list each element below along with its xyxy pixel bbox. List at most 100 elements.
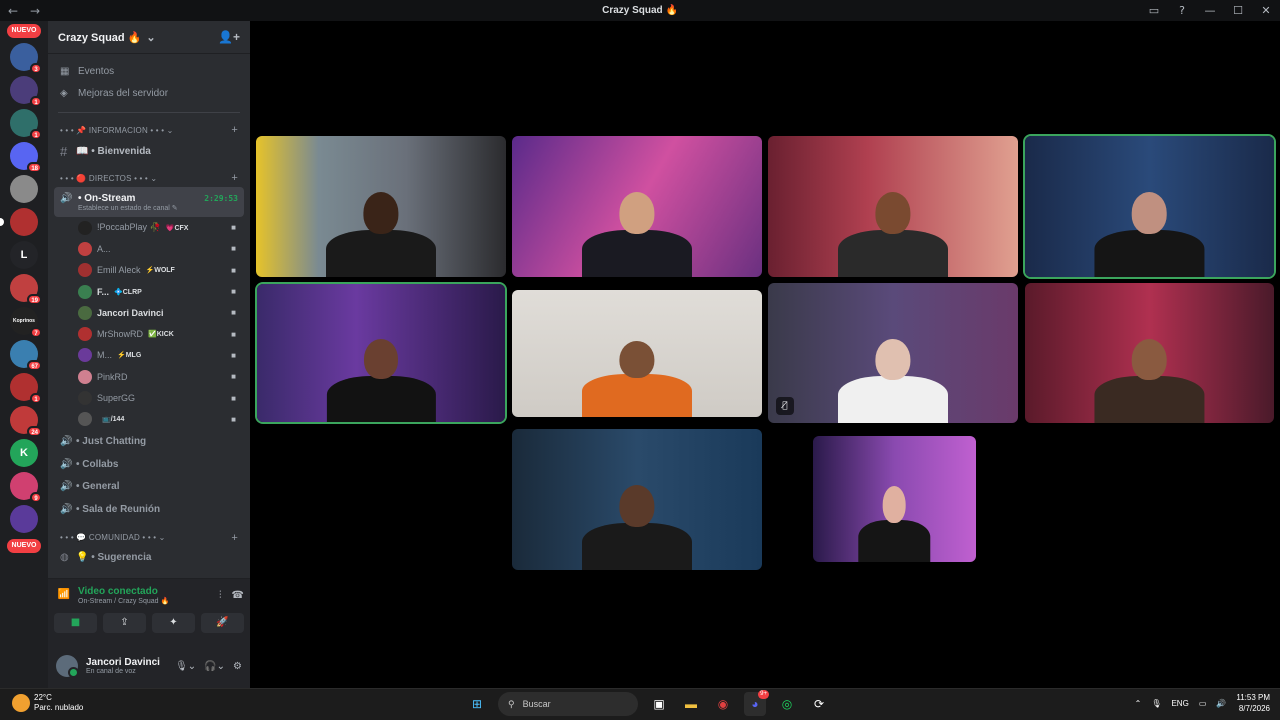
category-informacion[interactable]: • • • 📌 INFORMACION • • • ⌄ + xyxy=(48,121,250,139)
server-icon[interactable]: 19 xyxy=(10,274,42,305)
channel-on-stream[interactable]: 🔊 • On-Stream 2:29:53 Establece un estad… xyxy=(54,187,244,217)
voice-channel[interactable]: 🔊 • Collabs xyxy=(48,453,250,476)
noise-suppression-icon[interactable]: ⫶ xyxy=(219,590,222,601)
plus-icon[interactable]: + xyxy=(231,532,238,544)
voice-user[interactable]: SuperGG ■ xyxy=(48,387,250,408)
headphones-icon[interactable]: 🎧⌄ xyxy=(204,661,225,672)
voice-user[interactable]: !PoccabPlay 🥀 💗CFX ■ xyxy=(48,217,250,238)
video-tile[interactable]: 🎙̸ xyxy=(768,283,1018,423)
search-box[interactable]: ⚲ Buscar xyxy=(498,692,638,716)
voice-user[interactable]: Emill Aleck ⚡WOLF ■ xyxy=(48,260,250,281)
voice-user[interactable]: Jancori Davinci ■ xyxy=(48,302,250,323)
server-icon[interactable]: 18 xyxy=(10,142,42,173)
video-tile[interactable] xyxy=(813,436,976,562)
channel-status[interactable]: Establece un estado de canal ✎ xyxy=(78,204,178,212)
camera-button[interactable]: ■ xyxy=(54,613,97,633)
events-link[interactable]: ▦ Eventos xyxy=(48,60,250,82)
server-icon[interactable]: 24 xyxy=(10,406,42,437)
server-icon[interactable] xyxy=(10,175,38,203)
server-icon[interactable] xyxy=(10,505,38,533)
voice-status[interactable]: Video conectado xyxy=(78,586,169,597)
weather-widget[interactable]: 22°C Parc. nublado xyxy=(12,693,83,713)
signal-icon[interactable]: 📶 xyxy=(54,585,74,605)
inbox-icon[interactable]: ▭ xyxy=(1140,4,1168,17)
language-indicator[interactable]: ENG xyxy=(1171,699,1188,708)
category-directos[interactable]: • • • 🔴 DIRECTOS • • • ⌄ + xyxy=(48,169,250,187)
server-icon[interactable]: 1 xyxy=(10,109,42,140)
video-tile[interactable] xyxy=(1025,283,1274,423)
activities-button[interactable]: ✦ xyxy=(152,613,195,633)
video-tile[interactable] xyxy=(768,136,1018,277)
spotify-icon[interactable]: ◎ xyxy=(776,692,798,716)
voice-channel-label: • Just Chatting xyxy=(76,435,147,447)
server-icon[interactable]: L xyxy=(10,241,38,269)
microphone-icon[interactable]: 🎙⌄ xyxy=(175,661,196,672)
start-icon[interactable]: ⊞ xyxy=(466,692,488,716)
disconnect-icon[interactable]: ☎ xyxy=(232,590,244,601)
forward-icon[interactable]: → xyxy=(26,4,44,18)
category-comunidad[interactable]: • • • 💬 COMUNIDAD • • • ⌄ + xyxy=(48,529,250,547)
app-icon[interactable]: ⟳ xyxy=(808,692,830,716)
forum-icon: ◍ xyxy=(60,552,69,564)
soundboard-button[interactable]: 🚀 xyxy=(201,613,244,633)
voice-location[interactable]: On-Stream / Crazy Squad 🔥 xyxy=(78,597,169,605)
voice-channel[interactable]: 🔊 • General xyxy=(48,475,250,498)
chrome-icon[interactable]: ◉ xyxy=(712,692,734,716)
server-icon[interactable]: 1 xyxy=(10,373,42,404)
server-header[interactable]: Crazy Squad 🔥 ⌄ 👤+ xyxy=(48,21,250,54)
voice-user[interactable]: A... ■ xyxy=(48,238,250,259)
new-badge-bottom[interactable]: NUEVO xyxy=(7,539,41,553)
video-tile[interactable] xyxy=(512,136,762,277)
help-icon[interactable]: ? xyxy=(1168,4,1196,17)
server-icon[interactable]: 1 xyxy=(10,76,42,107)
screen-share-button[interactable]: ⇪ xyxy=(103,613,146,633)
minimize-button[interactable]: — xyxy=(1196,4,1224,17)
plus-icon[interactable]: + xyxy=(231,124,238,136)
voice-user[interactable]: M... ⚡MLG ■ xyxy=(48,345,250,366)
server-icon[interactable]: 9 xyxy=(10,472,42,503)
video-tile[interactable] xyxy=(512,290,762,417)
close-button[interactable]: ✕ xyxy=(1252,4,1280,17)
voice-user[interactable]: PinkRD ■ xyxy=(48,366,250,387)
discord-icon[interactable]: ◕ 9+ xyxy=(744,690,769,716)
username[interactable]: Jancori Davinci xyxy=(86,657,160,668)
channel-sugerencia[interactable]: ◍ 💡 • Sugerencia xyxy=(54,547,244,569)
participant-head xyxy=(1131,192,1168,234)
title-bar: ← → Crazy Squad 🔥 ▭ ? — ☐ ✕ xyxy=(0,0,1280,21)
participant-head xyxy=(619,192,655,234)
chevron-up-icon[interactable]: ⌃ xyxy=(1135,699,1142,708)
server-icon[interactable]: Koprinos 7 xyxy=(10,307,42,338)
volume-icon[interactable]: 🔊 xyxy=(1216,699,1226,708)
voice-user[interactable]: F... 💠CLRP ■ xyxy=(48,281,250,302)
clock[interactable]: 11:53 PM 8/7/2026 xyxy=(1236,692,1270,714)
voice-user[interactable]: 📺/144 ■ xyxy=(48,409,250,430)
server-icon[interactable] xyxy=(0,208,38,236)
video-tile[interactable] xyxy=(256,136,506,277)
gear-icon[interactable]: ⚙ xyxy=(233,661,242,672)
user-tag: ⚡MLG xyxy=(117,352,142,360)
server-icon[interactable]: 3 xyxy=(10,43,42,74)
voice-channel[interactable]: 🔊 • Just Chatting xyxy=(48,430,250,453)
voice-channel[interactable]: 🔊 • Sala de Reunión xyxy=(48,498,250,521)
server-icon[interactable]: 67 xyxy=(10,340,42,371)
task-view-icon[interactable]: ▣ xyxy=(648,692,670,716)
participant-body xyxy=(838,375,948,423)
boosts-link[interactable]: ◈ Mejoras del servidor xyxy=(48,82,250,104)
video-tile[interactable] xyxy=(257,284,505,422)
microphone-tray-icon[interactable]: 🎙 xyxy=(1151,699,1161,708)
video-tile[interactable] xyxy=(512,429,762,570)
channel-bienvenida[interactable]: # 📖 • Bienvenida xyxy=(54,139,244,163)
plus-icon[interactable]: + xyxy=(231,172,238,184)
avatar[interactable] xyxy=(56,655,79,678)
network-icon[interactable]: ▭ xyxy=(1199,699,1207,708)
new-badge[interactable]: NUEVO xyxy=(7,24,41,38)
video-tile[interactable] xyxy=(1025,136,1274,277)
voice-user[interactable]: MrShowRD ✅KICK ■ xyxy=(48,323,250,344)
file-explorer-icon[interactable]: ▬ xyxy=(680,692,702,716)
add-member-icon[interactable]: 👤+ xyxy=(218,30,240,44)
maximize-button[interactable]: ☐ xyxy=(1224,4,1252,17)
discord-badge: 9+ xyxy=(758,690,769,699)
camera-icon: ■ xyxy=(231,308,236,318)
server-icon[interactable]: K xyxy=(10,439,38,467)
back-icon[interactable]: ← xyxy=(4,4,22,18)
